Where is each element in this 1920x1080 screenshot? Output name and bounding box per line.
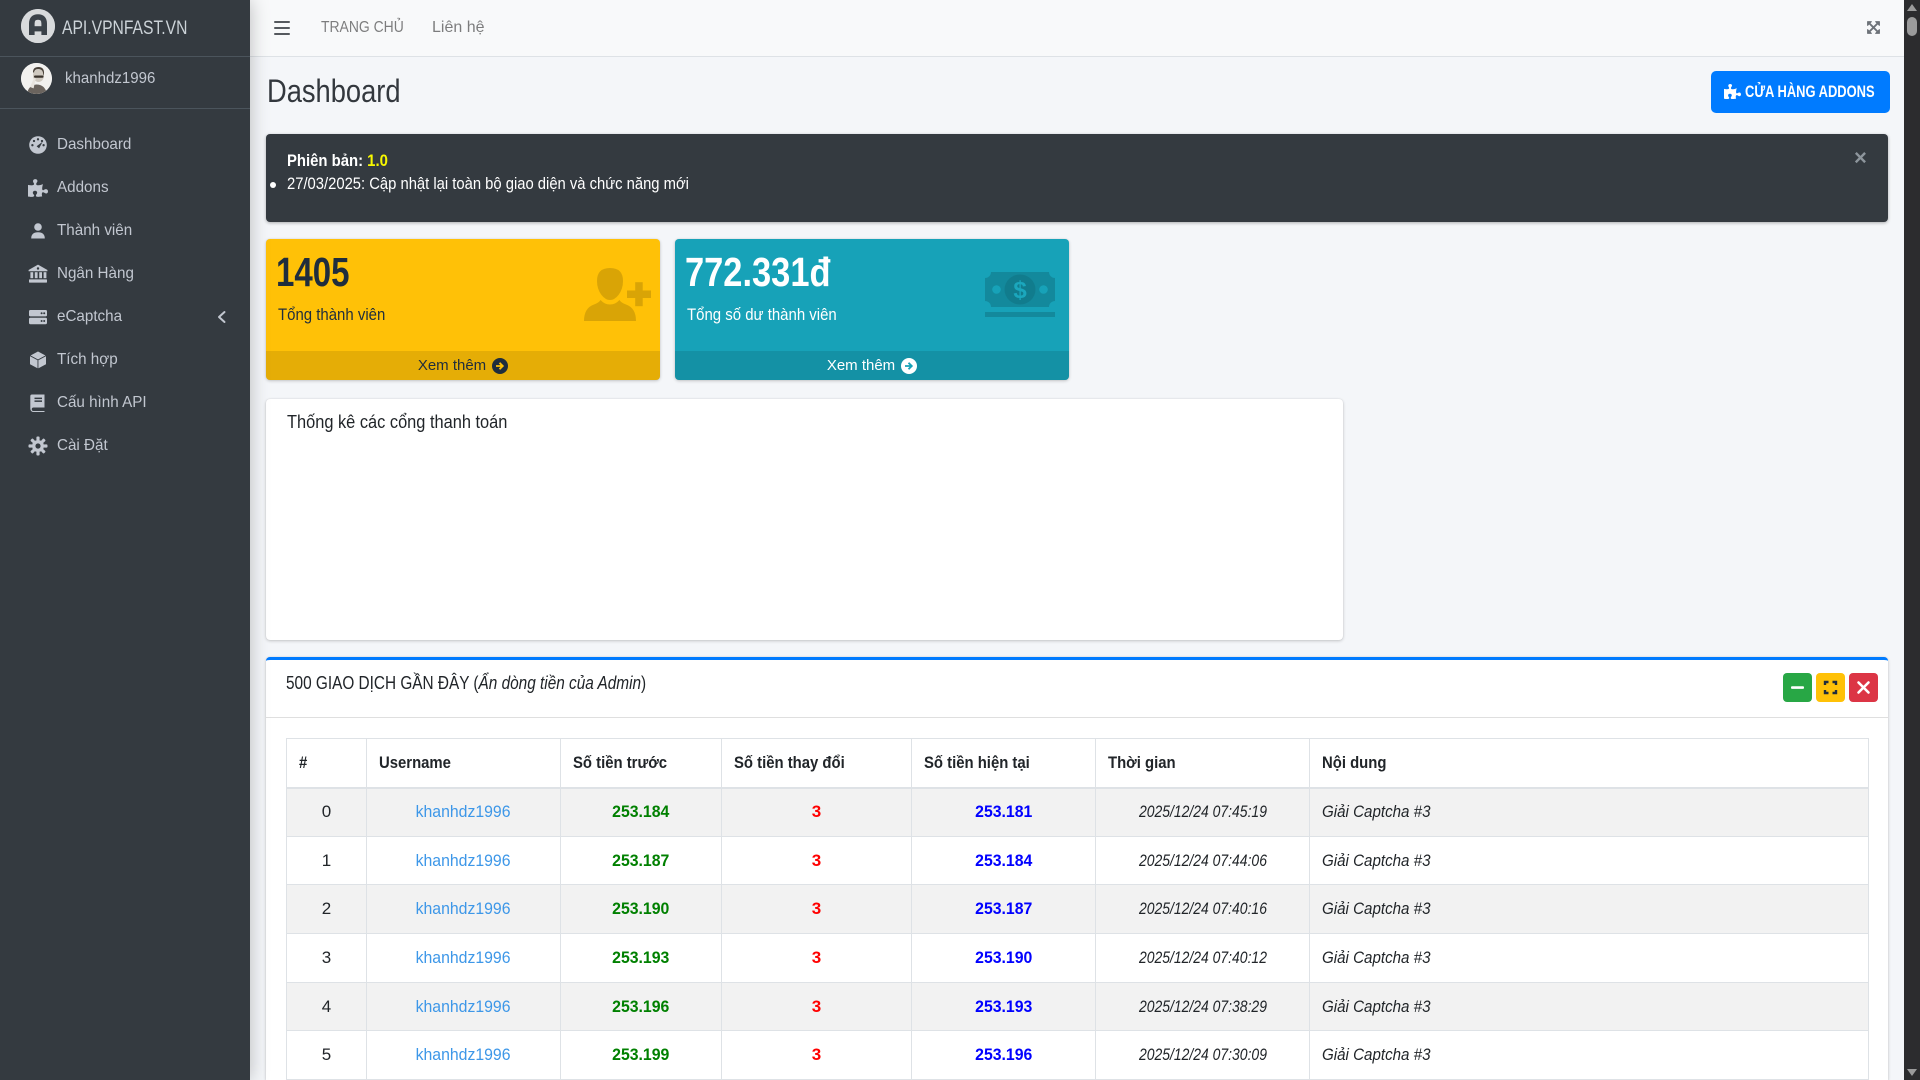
svg-text:$: $: [1013, 277, 1027, 304]
